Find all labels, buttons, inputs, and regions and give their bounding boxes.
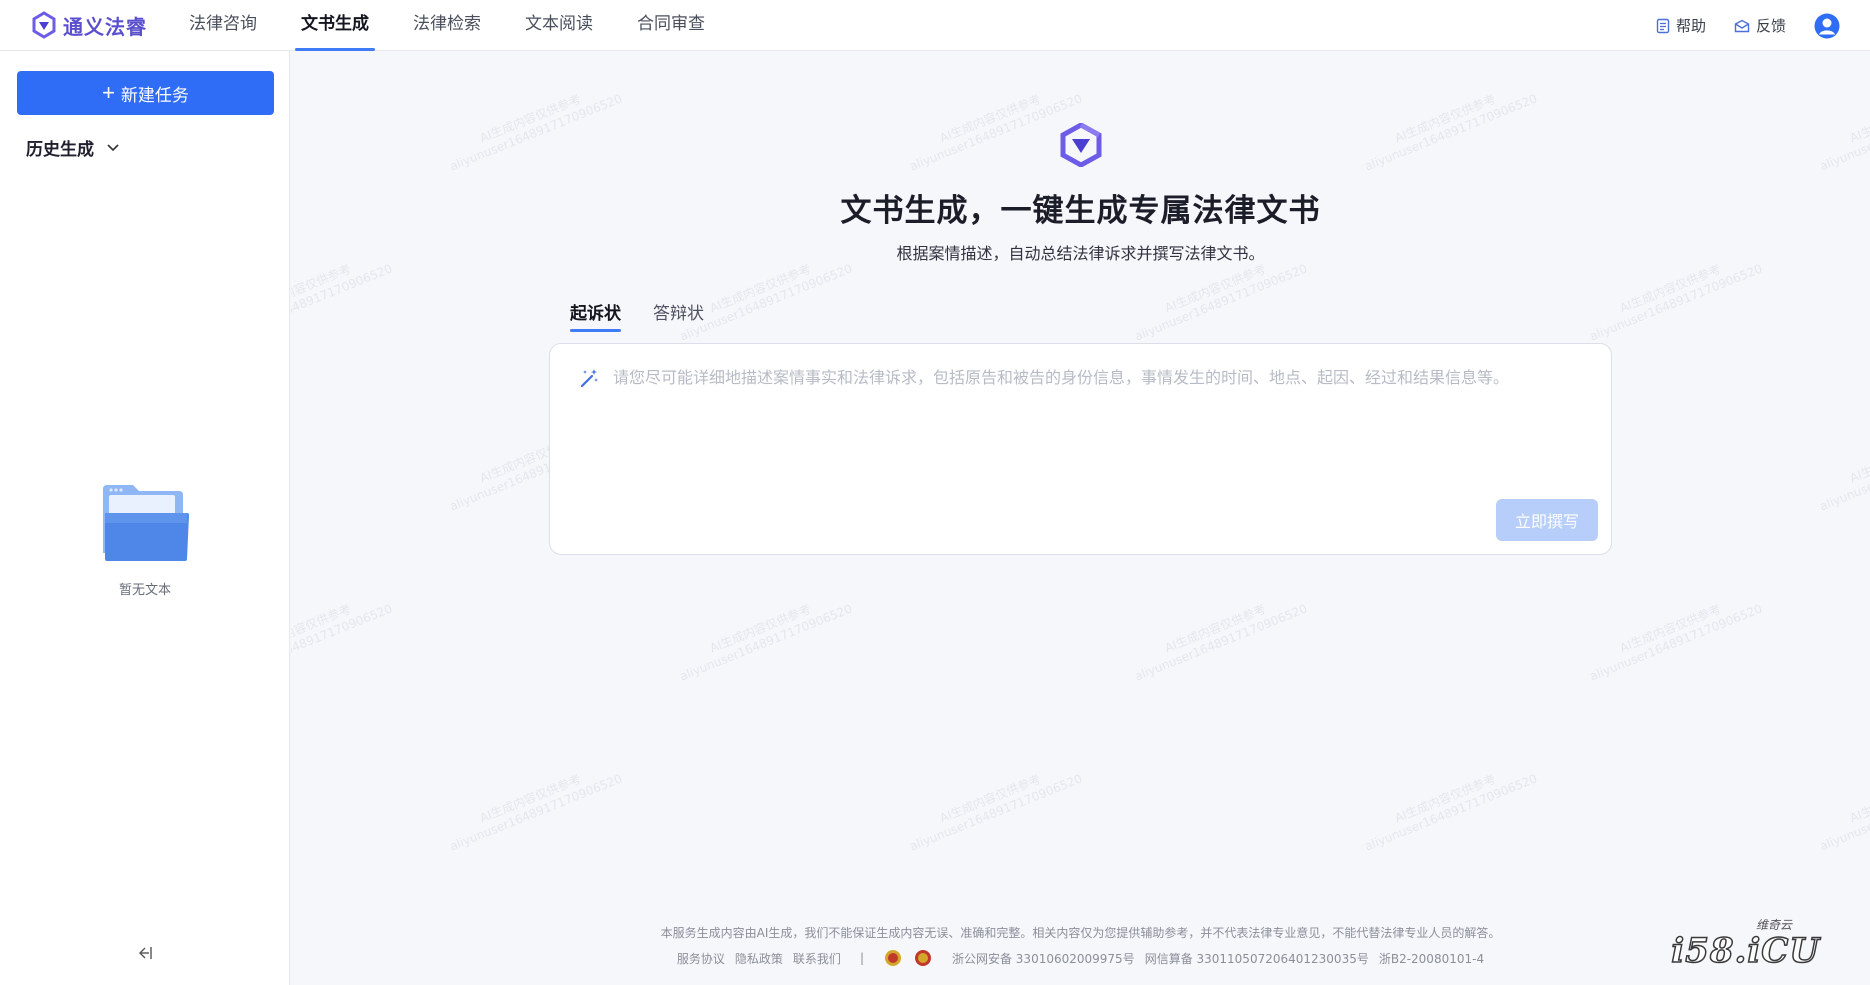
- nav-tab-legal-search[interactable]: 法律检索: [407, 0, 487, 51]
- case-description-input[interactable]: [613, 364, 1593, 474]
- nav-tab-legal-consult[interactable]: 法律咨询: [183, 0, 263, 51]
- magic-wand-icon: [580, 369, 598, 388]
- empty-state: 暂无文本: [0, 483, 290, 598]
- service-agreement-link[interactable]: 服务协议: [677, 950, 725, 967]
- police-badge-icon: [914, 950, 931, 966]
- new-task-label: 新建任务: [120, 85, 189, 105]
- corner-watermark: i58.iCU: [1671, 930, 1820, 972]
- case-description-editor: 立即撰写: [549, 343, 1612, 555]
- write-now-button[interactable]: 立即撰写: [1496, 499, 1598, 541]
- plus-icon: +: [102, 80, 115, 105]
- emblem-badge-icon: [884, 950, 901, 966]
- footer: 本服务生成内容由AI生成，我们不能保证生成内容无误、准确和完整。相关内容仅为您提…: [291, 924, 1870, 967]
- watermark-text: AI生成内容仅供参考aliyunuser1648917170906520: [447, 91, 625, 174]
- feedback-button[interactable]: 反馈: [1734, 15, 1786, 36]
- empty-folder-icon: [103, 485, 189, 561]
- nav-tab-doc-generation[interactable]: 文书生成: [295, 0, 375, 51]
- new-task-button[interactable]: + 新建任务: [17, 71, 274, 115]
- user-avatar-icon[interactable]: [1814, 13, 1840, 39]
- watermark-text: AI生成内容仅供参考aliyunuser1648917170906520: [291, 601, 395, 684]
- watermark-text: AI生成内容仅供参考aliyunuser1648917170906520: [907, 771, 1085, 854]
- page-title: 文书生成，一键生成专属法律文书: [840, 193, 1321, 229]
- contact-us-link[interactable]: 联系我们: [793, 950, 841, 967]
- watermark-text: AI生成内容仅供参考aliyunuser1648917170906520: [1817, 431, 1870, 514]
- watermark-text: AI生成内容仅供参考aliyunuser1648917170906520: [1362, 91, 1540, 174]
- tab-defense[interactable]: 答辩状: [653, 299, 704, 332]
- help-button[interactable]: 帮助: [1656, 15, 1706, 36]
- feedback-label: 反馈: [1755, 17, 1786, 35]
- sidebar: + 新建任务 历史生成 暂无文本: [0, 51, 290, 985]
- watermark-text: AI生成内容仅供参考aliyunuser1648917170906520: [1817, 91, 1870, 174]
- tongyi-logo-icon: [32, 11, 56, 39]
- help-label: 帮助: [1675, 17, 1706, 35]
- watermark-text: AI生成内容仅供参考aliyunuser1648917170906520: [1132, 601, 1310, 684]
- main-nav: 法律咨询 文书生成 法律检索 文本阅读 合同审查: [183, 0, 743, 51]
- chevron-down-icon: [107, 143, 119, 151]
- privacy-policy-link[interactable]: 隐私政策: [735, 950, 783, 967]
- icp-record-link[interactable]: 浙B2-20080101-4: [1379, 950, 1484, 967]
- brand[interactable]: 通义法睿: [30, 11, 178, 40]
- brand-name: 通义法睿: [63, 14, 147, 39]
- footer-links: 服务协议 隐私政策 联系我们 | 浙公网安备 33010602009975号 网…: [291, 949, 1870, 967]
- doc-type-tabs: 起诉状 答辩状: [570, 299, 736, 332]
- watermark-text: AI生成内容仅供参考aliyunuser1648917170906520: [1362, 771, 1540, 854]
- nav-tab-contract-review[interactable]: 合同审查: [631, 0, 711, 51]
- mail-icon: [1734, 19, 1750, 32]
- empty-text: 暂无文本: [118, 583, 171, 598]
- tongyi-logo-icon: [1060, 123, 1102, 167]
- collapse-left-icon[interactable]: [136, 944, 154, 962]
- document-icon: [1656, 18, 1670, 33]
- footer-separator: |: [859, 951, 864, 965]
- main-content: AI生成内容仅供参考 aliyunuser1648917170906520 AI生成…: [291, 51, 1870, 985]
- watermark-text: AI生成内容仅供参考aliyunuser1648917170906520: [677, 601, 855, 684]
- nav-tab-text-reading[interactable]: 文本阅读: [519, 0, 599, 51]
- history-label: 历史生成: [26, 140, 94, 160]
- page-subtitle: 根据案情描述，自动总结法律诉求并撰写法律文书。: [896, 244, 1265, 263]
- police-record-link[interactable]: 浙公网安备 33010602009975号: [952, 950, 1135, 967]
- top-actions: 帮助 反馈: [1656, 0, 1870, 51]
- tab-complaint[interactable]: 起诉状: [570, 299, 621, 332]
- top-bar: 通义法睿 法律咨询 文书生成 法律检索 文本阅读 合同审查 帮助 反馈: [0, 0, 1870, 51]
- history-toggle[interactable]: 历史生成: [26, 135, 120, 160]
- algorithm-record-link[interactable]: 网信算备 330110507206401230035号: [1145, 950, 1369, 967]
- footer-disclaimer: 本服务生成内容由AI生成，我们不能保证生成内容无误、准确和完整。相关内容仅为您提…: [660, 926, 1501, 940]
- watermark-text: AI生成内容仅供参考aliyunuser1648917170906520: [447, 771, 625, 854]
- watermark-text: AI生成内容仅供参考aliyunuser1648917170906520: [1817, 771, 1870, 854]
- watermark-text: AI生成内容仅供参考aliyunuser1648917170906520: [1587, 601, 1765, 684]
